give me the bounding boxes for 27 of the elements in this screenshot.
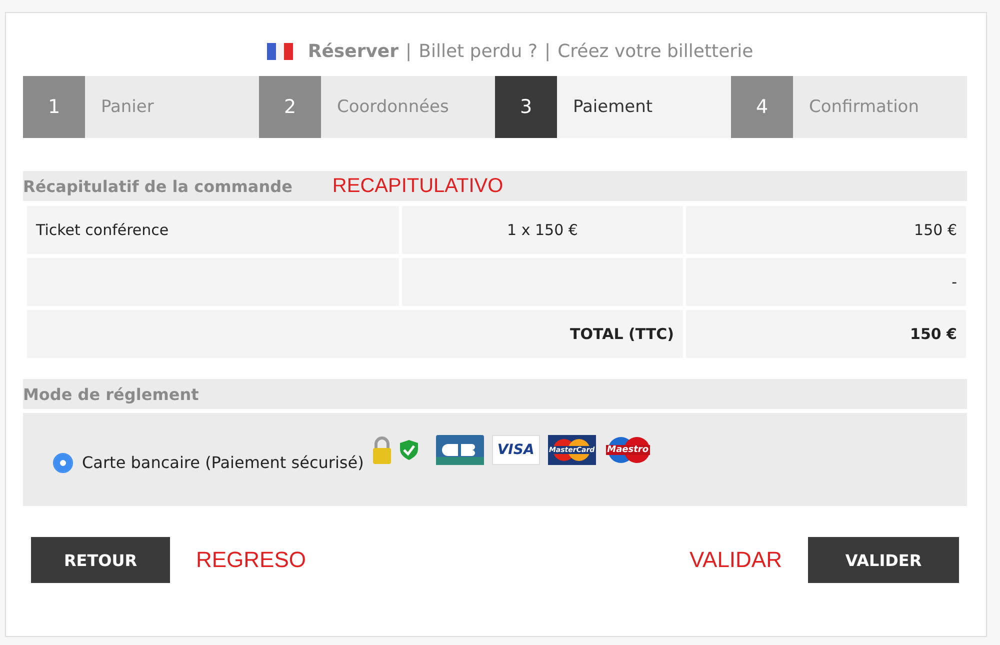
annotation: VALIDAR [689, 547, 782, 573]
annotation: RECAPITULATIVO [332, 174, 504, 198]
table-cell: TOTAL (TTC) [399, 310, 683, 358]
annotation: REGRESO [196, 547, 306, 573]
card-logo: Maestro [604, 434, 652, 464]
table-cell: - [686, 258, 966, 306]
section-title: Mode de réglement [23, 384, 199, 404]
table-cell: 150 € [686, 206, 966, 254]
radio-button[interactable] [53, 452, 73, 472]
separator: | [406, 40, 412, 62]
separator: | [544, 40, 551, 62]
section-title: Récapitulatif de la commande [23, 176, 292, 196]
validate-button[interactable]: VALIDER [808, 537, 959, 583]
card-logo: VISA [492, 434, 540, 464]
header-link[interactable]: Créez votre billetterie [558, 40, 754, 62]
header-link[interactable]: Billet perdu ? [418, 40, 538, 62]
table-cell: Ticket conférence [27, 206, 399, 254]
table-cell: 150 € [686, 310, 966, 358]
option-label: Carte bancaire (Paiement sécurisé) [82, 453, 364, 472]
flag-icon [266, 42, 293, 60]
header-link[interactable]: Réserver [308, 40, 399, 62]
back-button[interactable]: RETOUR [31, 537, 170, 583]
step-tab[interactable]: 3 Paiement [495, 76, 731, 138]
card-logo [436, 434, 484, 464]
padlock-icon [372, 436, 392, 464]
shield-check-icon [400, 440, 418, 460]
table-cell: 1 x 150 € [402, 206, 683, 254]
